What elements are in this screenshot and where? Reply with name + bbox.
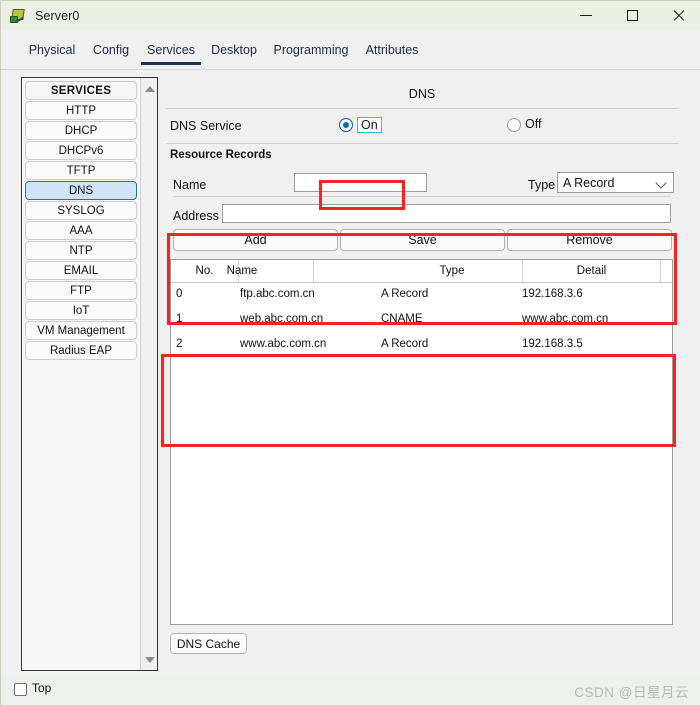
tab-attributes[interactable]: Attributes bbox=[357, 36, 427, 64]
column-header-name[interactable]: Name bbox=[171, 260, 314, 282]
tab-programming[interactable]: Programming bbox=[265, 36, 357, 64]
footer-bar: Top CSDN @日星月云 bbox=[1, 676, 700, 705]
table-header-row: No. Name Type Detail bbox=[171, 260, 672, 283]
sidebar-item-tftp[interactable]: TFTP bbox=[25, 161, 137, 180]
dns-service-on-radio[interactable] bbox=[339, 118, 353, 132]
cell-no: 2 bbox=[176, 338, 183, 350]
column-header-type[interactable]: Type bbox=[382, 260, 523, 282]
cell-detail: www.abc.com.cn bbox=[522, 313, 609, 325]
window-title: Server0 bbox=[35, 8, 80, 23]
cell-detail: 192.168.3.5 bbox=[522, 338, 583, 350]
sidebar-scrollbar[interactable] bbox=[140, 78, 157, 670]
cell-detail: 192.168.3.6 bbox=[522, 288, 583, 300]
server-properties-window: Server0 Physical Config Services Desktop Pro… bbox=[0, 0, 700, 705]
sidebar-item-aaa[interactable]: AAA bbox=[25, 221, 137, 240]
dns-service-off-label[interactable]: Off bbox=[525, 117, 541, 131]
sidebar-item-ftp[interactable]: FTP bbox=[25, 281, 137, 300]
minimize-icon[interactable] bbox=[563, 1, 609, 30]
resource-record-form: Name Type A Record Address Add Save Remo… bbox=[170, 169, 674, 251]
sidebar-item-syslog[interactable]: SYSLOG bbox=[25, 201, 137, 220]
title-bar: Server0 bbox=[1, 1, 700, 30]
sidebar-item-radius-eap[interactable]: Radius EAP bbox=[25, 341, 137, 360]
scroll-up-arrow-icon[interactable] bbox=[141, 80, 158, 97]
cell-no: 1 bbox=[176, 313, 183, 325]
content-area: SERVICES HTTP DHCP DHCPv6 TFTP DNS SYSLOG AAA N… bbox=[1, 70, 700, 676]
cell-name: ftp.abc.com.cn bbox=[240, 288, 315, 300]
top-label: Top bbox=[32, 681, 52, 695]
column-header-spacer bbox=[661, 260, 673, 282]
remove-button[interactable]: Remove bbox=[507, 229, 672, 251]
table-row[interactable]: 1 web.abc.com.cn CNAME www.abc.com.cn bbox=[171, 308, 672, 333]
sidebar-item-http[interactable]: HTTP bbox=[25, 101, 137, 120]
panel-title: DNS bbox=[408, 87, 436, 101]
tab-services[interactable]: Services bbox=[139, 36, 203, 65]
cell-name: www.abc.com.cn bbox=[240, 338, 327, 350]
address-label: Address bbox=[173, 209, 219, 223]
dns-cache-button[interactable]: DNS Cache bbox=[170, 633, 247, 654]
server-device-icon bbox=[9, 7, 27, 25]
save-button[interactable]: Save bbox=[340, 229, 505, 251]
sidebar-item-dhcpv6[interactable]: DHCPv6 bbox=[25, 141, 137, 160]
dns-service-off-radio[interactable] bbox=[507, 118, 521, 132]
record-type-value: A Record bbox=[563, 175, 615, 190]
cell-type: CNAME bbox=[381, 313, 423, 325]
maximize-icon[interactable] bbox=[609, 1, 655, 30]
address-input[interactable] bbox=[222, 204, 671, 223]
tab-bar: Physical Config Services Desktop Programming… bbox=[1, 30, 700, 70]
column-header-detail[interactable]: Detail bbox=[523, 260, 661, 282]
services-list: SERVICES HTTP DHCP DHCPv6 TFTP DNS SYSLOG AAA N… bbox=[22, 78, 140, 670]
dns-service-label: DNS Service bbox=[170, 119, 242, 133]
divider bbox=[173, 196, 671, 197]
record-type-dropdown[interactable]: A Record bbox=[557, 172, 674, 193]
name-input[interactable] bbox=[294, 173, 427, 192]
sidebar-item-email[interactable]: EMAIL bbox=[25, 261, 137, 280]
sidebar-item-iot[interactable]: IoT bbox=[25, 301, 137, 320]
sidebar-header: SERVICES bbox=[25, 81, 137, 100]
table-row[interactable]: 2 www.abc.com.cn A Record 192.168.3.5 bbox=[171, 333, 672, 358]
dns-panel: DNS DNS Service On Off Resource Records … bbox=[166, 77, 678, 671]
dns-service-on-label[interactable]: On bbox=[357, 117, 382, 133]
name-label: Name bbox=[173, 178, 207, 192]
top-checkbox[interactable] bbox=[14, 683, 27, 696]
resource-records-label: Resource Records bbox=[170, 149, 272, 161]
sidebar-item-dns[interactable]: DNS bbox=[25, 181, 137, 200]
dns-service-row: DNS Service On Off bbox=[166, 109, 678, 143]
tab-config[interactable]: Config bbox=[83, 36, 139, 64]
chevron-down-icon bbox=[655, 177, 667, 189]
tab-desktop[interactable]: Desktop bbox=[203, 36, 265, 64]
cell-name: web.abc.com.cn bbox=[240, 313, 324, 325]
scroll-down-arrow-icon[interactable] bbox=[141, 651, 158, 668]
table-body: 0 ftp.abc.com.cn A Record 192.168.3.6 1 web.a… bbox=[171, 283, 672, 358]
resource-records-table: No. Name Type Detail 0 ftp.abc.com.cn A Re… bbox=[170, 259, 673, 625]
close-icon[interactable] bbox=[655, 1, 700, 30]
cell-type: A Record bbox=[381, 288, 429, 300]
type-label: Type bbox=[528, 178, 556, 192]
sidebar-item-ntp[interactable]: NTP bbox=[25, 241, 137, 260]
sidebar-item-dhcp[interactable]: DHCP bbox=[25, 121, 137, 140]
sidebar-item-vm-management[interactable]: VM Management bbox=[25, 321, 137, 340]
tab-physical[interactable]: Physical bbox=[21, 36, 83, 64]
cell-type: A Record bbox=[381, 338, 429, 350]
watermark: CSDN @日星月云 bbox=[574, 685, 689, 700]
services-sidebar: SERVICES HTTP DHCP DHCPv6 TFTP DNS SYSLOG AAA N… bbox=[21, 77, 158, 671]
table-row[interactable]: 0 ftp.abc.com.cn A Record 192.168.3.6 bbox=[171, 283, 672, 308]
add-button[interactable]: Add bbox=[173, 229, 338, 251]
cell-no: 0 bbox=[176, 288, 183, 300]
divider bbox=[166, 143, 678, 144]
